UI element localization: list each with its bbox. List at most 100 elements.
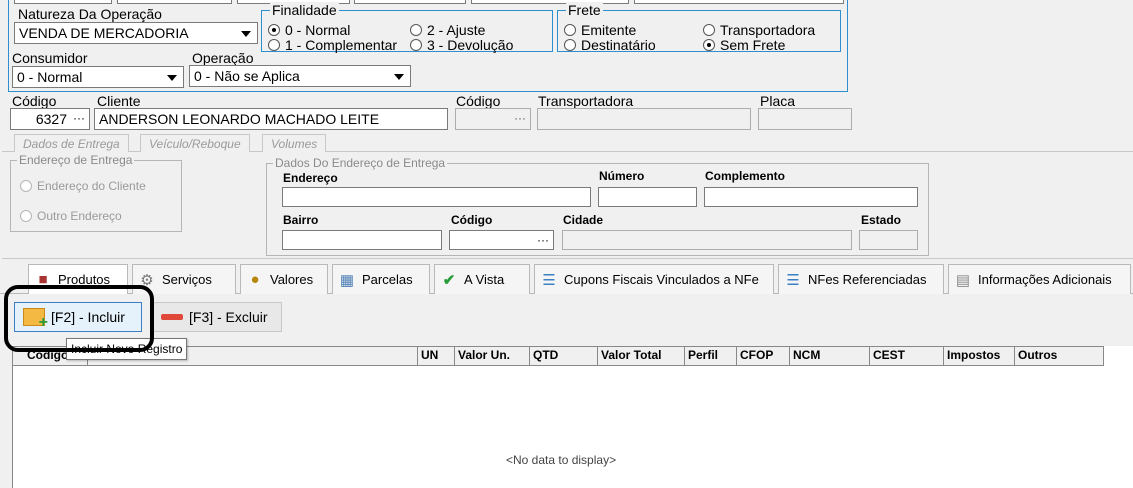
radio-dot	[410, 24, 422, 36]
grid-col-perfil[interactable]: Perfil	[685, 347, 737, 365]
operacao-select[interactable]: 0 - Não se Aplica	[189, 65, 411, 87]
cliente-label: Cliente	[97, 93, 141, 109]
natureza-select[interactable]: VENDA DE MERCADORIA	[14, 22, 258, 44]
grid-col-qtd[interactable]: QTD	[530, 347, 598, 365]
cidade-label: Cidade	[563, 213, 604, 227]
money-bag-icon: ●	[250, 271, 260, 288]
radio-label: Endereço do Cliente	[37, 179, 146, 193]
radio-label: Destinatário	[581, 37, 656, 53]
tab-nfes-referenciadas[interactable]: ☰ NFes Referenciadas	[778, 264, 944, 294]
radio-label: Emitente	[581, 22, 637, 38]
grid-col-outros[interactable]: Outros	[1015, 347, 1104, 365]
entrega-codigo-field[interactable]: ···	[449, 230, 554, 250]
radio-label: Transportadora	[720, 22, 816, 38]
endereco-entrega-title: Endereço de Entrega	[17, 153, 135, 167]
consumidor-label: Consumidor	[12, 50, 88, 66]
tab-parcelas[interactable]: ▦ Parcelas	[332, 264, 430, 294]
tab-valores[interactable]: ● Valores	[240, 264, 328, 294]
numero-field[interactable]	[598, 187, 697, 207]
natureza-value: VENDA DE MERCADORIA	[19, 25, 189, 41]
grid-col-impostos[interactable]: Impostos	[944, 347, 1015, 365]
grid-col-un[interactable]: UN	[418, 347, 455, 365]
bairro-field[interactable]	[282, 230, 442, 250]
grid-col-cfop[interactable]: CFOP	[737, 347, 790, 365]
list-icon: ☰	[786, 271, 800, 289]
radio-endereco-cliente[interactable]: Endereço do Cliente	[20, 179, 146, 193]
placa-label: Placa	[760, 93, 796, 109]
chevron-down-icon	[394, 74, 404, 80]
endereco-field[interactable]	[282, 187, 591, 207]
radio-dot	[564, 39, 576, 51]
cidade-field[interactable]	[562, 230, 852, 250]
radio-dot	[703, 39, 715, 51]
frete-radio-transportadora[interactable]: Transportadora	[703, 22, 815, 38]
complemento-field[interactable]	[704, 187, 918, 207]
grid-col-ncm[interactable]: NCM	[790, 347, 870, 365]
tab-cupons-fiscais[interactable]: ☰ Cupons Fiscais Vinculados a NFe	[534, 264, 774, 294]
frete-radio-sem-frete[interactable]: Sem Frete	[703, 37, 785, 53]
transportadora-field[interactable]	[537, 108, 751, 130]
radio-dot	[564, 24, 576, 36]
excluir-label: [F3] - Excluir	[189, 309, 268, 325]
document-icon: ▤	[955, 271, 971, 289]
radio-dot	[268, 24, 280, 36]
grid-empty-text: <No data to display>	[506, 453, 617, 467]
operacao-value: 0 - Não se Aplica	[194, 68, 300, 84]
consumidor-select[interactable]: 0 - Normal	[12, 66, 184, 88]
grid-col-cest[interactable]: CEST	[870, 347, 944, 365]
grid-col-valor-total[interactable]: Valor Total	[598, 347, 685, 365]
entrega-codigo-label: Código	[451, 213, 493, 227]
cliente-value: ANDERSON LEONARDO MACHADO LEITE	[99, 111, 380, 127]
grid-icon: ▦	[339, 271, 355, 289]
numero-label: Número	[599, 169, 645, 183]
grid-col-valor-un[interactable]: Valor Un.	[455, 347, 530, 365]
cliente-field[interactable]: ANDERSON LEONARDO MACHADO LEITE	[94, 108, 448, 130]
ellipsis-icon[interactable]: ···	[510, 109, 530, 129]
frete-radio-destinatario[interactable]: Destinatário	[564, 37, 656, 53]
cliente-codigo-value: 6327	[35, 111, 67, 127]
ellipsis-icon[interactable]: ···	[533, 231, 553, 249]
complemento-label: Complemento	[705, 169, 786, 183]
endereco-label: Endereço	[283, 171, 338, 185]
transportadora-label: Transportadora	[538, 93, 634, 109]
tab-label: Cupons Fiscais Vinculados a NFe	[564, 272, 759, 287]
finalidade-title: Finalidade	[270, 2, 339, 18]
radio-dot	[20, 180, 32, 192]
tab-dados-entrega[interactable]: Dados de Entrega	[14, 134, 129, 152]
tab-informacoes-adicionais[interactable]: ▤ Informações Adicionais	[948, 264, 1131, 294]
chevron-down-icon	[241, 31, 251, 37]
excluir-button[interactable]: [F3] - Excluir	[152, 302, 282, 332]
ellipsis-icon[interactable]: ···	[69, 109, 89, 129]
frete-title: Frete	[566, 2, 603, 18]
tab-veiculo-reboque[interactable]: Veículo/Reboque	[140, 134, 250, 152]
cliente-codigo-field[interactable]: 6327 ···	[10, 108, 90, 130]
highlight-outline	[4, 285, 154, 352]
frete-radio-emitente[interactable]: Emitente	[564, 22, 636, 38]
finalidade-radio-ajuste[interactable]: 2 - Ajuste	[410, 22, 485, 38]
transp-codigo-field[interactable]: ···	[455, 108, 531, 130]
estado-label: Estado	[861, 213, 902, 227]
tab-label: Parcelas	[362, 272, 413, 287]
cliente-codigo-label: Código	[12, 93, 57, 109]
tab-volumes[interactable]: Volumes	[262, 134, 327, 152]
tab-label: A Vista	[464, 272, 505, 287]
tab-label: Serviços	[162, 272, 212, 287]
finalidade-radio-devolucao[interactable]: 3 - Devolução	[410, 37, 513, 53]
tab-a-vista[interactable]: ✔ A Vista	[434, 264, 530, 294]
consumidor-value: 0 - Normal	[17, 69, 83, 85]
tab-label: Informações Adicionais	[978, 272, 1112, 287]
check-icon: ✔	[442, 271, 456, 289]
finalidade-radio-normal[interactable]: 0 - Normal	[268, 22, 350, 38]
finalidade-radio-complementar[interactable]: 1 - Complementar	[268, 37, 397, 53]
natureza-label: Natureza Da Operação	[18, 6, 162, 22]
remove-icon	[161, 314, 183, 320]
radio-label: 0 - Normal	[285, 22, 351, 38]
radio-label: 2 - Ajuste	[427, 22, 486, 38]
chevron-down-icon	[167, 75, 177, 81]
radio-outro-endereco[interactable]: Outro Endereço	[20, 209, 122, 223]
radio-dot	[268, 39, 280, 51]
placa-field[interactable]	[758, 108, 852, 130]
list-icon: ☰	[542, 271, 556, 289]
estado-field[interactable]	[859, 230, 918, 250]
tab-label: NFes Referenciadas	[808, 272, 927, 287]
